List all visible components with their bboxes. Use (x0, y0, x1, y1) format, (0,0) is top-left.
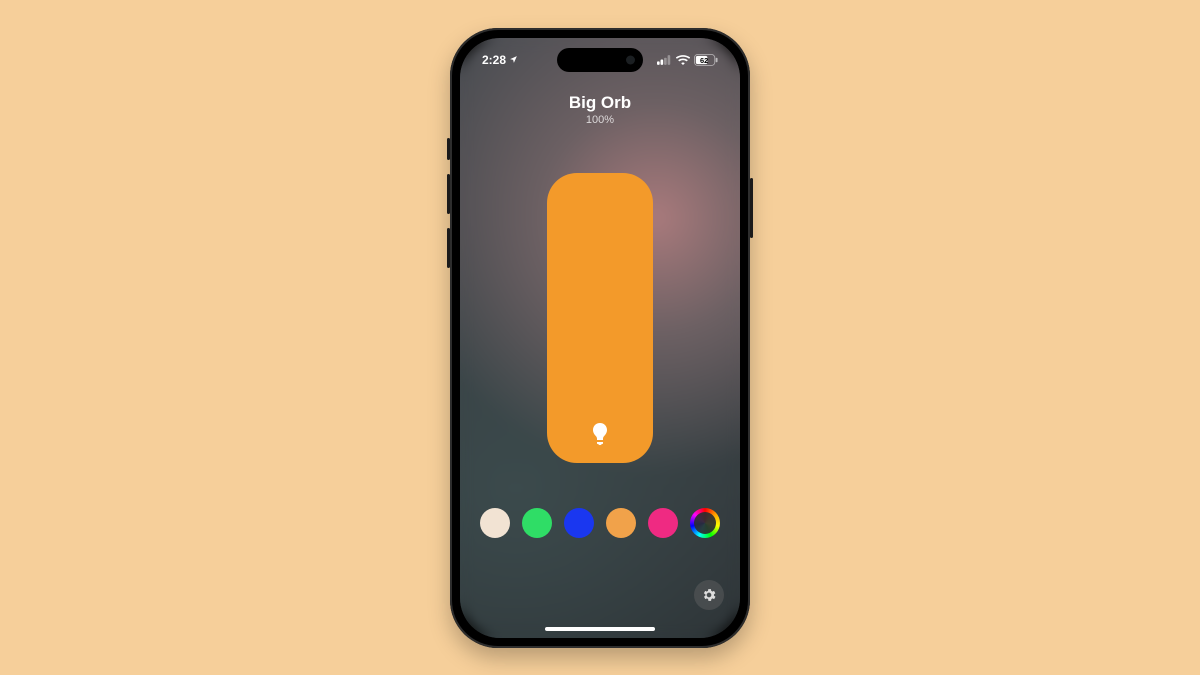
light-brightness-label: 100% (460, 114, 740, 126)
silence-switch (447, 138, 450, 160)
light-title-block: Big Orb 100% (460, 93, 740, 126)
swatch-blue[interactable] (564, 508, 594, 538)
light-name: Big Orb (460, 93, 740, 113)
swatch-pink[interactable] (648, 508, 678, 538)
swatch-green[interactable] (522, 508, 552, 538)
settings-button[interactable] (694, 580, 724, 610)
wifi-icon (676, 55, 690, 65)
cellular-icon (657, 55, 672, 65)
volume-down-button (447, 228, 450, 268)
swatch-warm-white[interactable] (480, 508, 510, 538)
side-buttons-left (447, 138, 450, 282)
dynamic-island (557, 48, 643, 72)
status-time: 2:28 (482, 53, 506, 67)
battery-icon: 62 (694, 54, 718, 66)
swatch-color-wheel[interactable] (690, 508, 720, 538)
brightness-slider[interactable] (547, 173, 653, 463)
home-indicator[interactable] (545, 627, 655, 631)
volume-up-button (447, 174, 450, 214)
iphone-frame: 2:28 62 (450, 28, 750, 648)
screen: 2:28 62 (460, 38, 740, 638)
lightbulb-icon (592, 423, 608, 447)
color-swatch-row (460, 508, 740, 538)
location-icon (509, 55, 518, 64)
swatch-orange[interactable] (606, 508, 636, 538)
power-button (750, 178, 753, 238)
gear-icon (701, 587, 717, 603)
battery-text: 62 (700, 55, 708, 64)
